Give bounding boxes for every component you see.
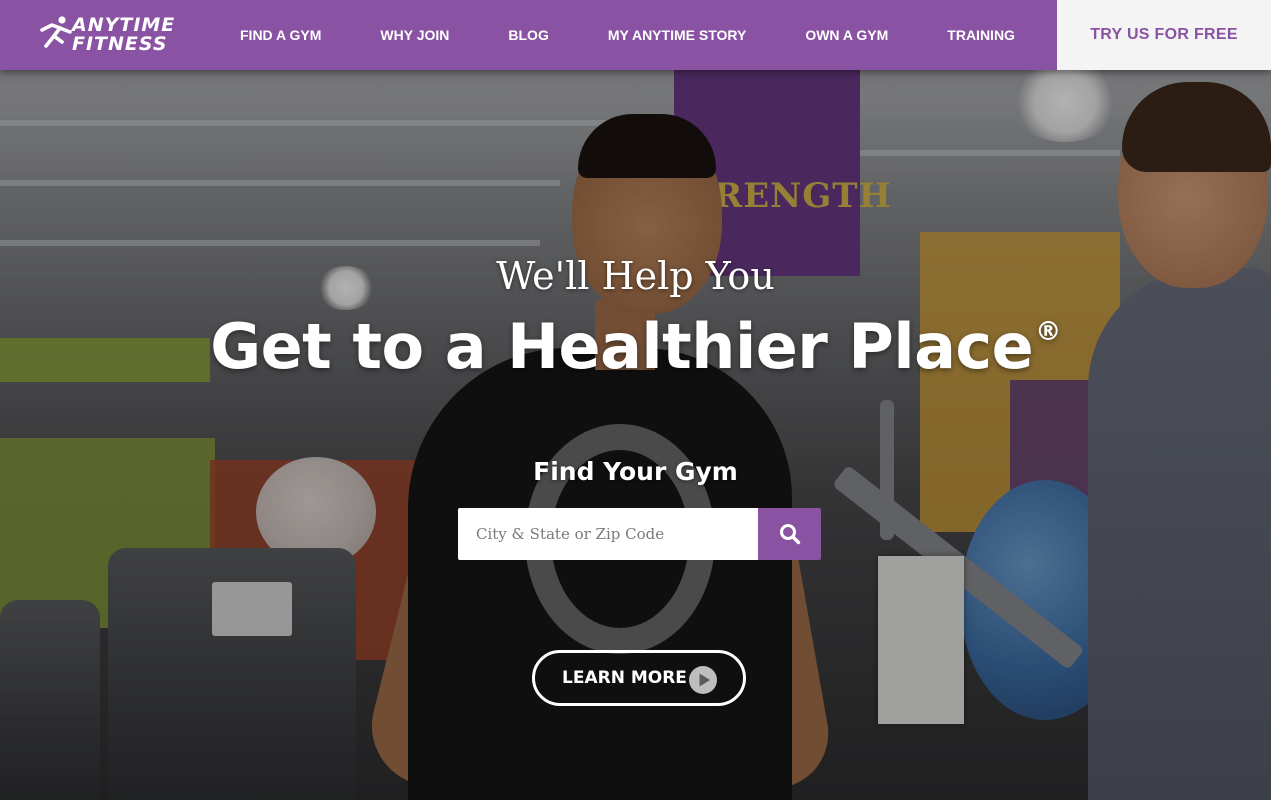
- try-us-for-free-label: TRY US FOR FREE: [1090, 26, 1238, 43]
- hero-headline-text: Get to a Healthier Place: [210, 310, 1034, 383]
- gym-search-input[interactable]: [458, 508, 758, 560]
- logo-text-line2: FITNESS: [72, 33, 168, 55]
- nav-item-my-anytime-story[interactable]: MY ANYTIME STORY: [586, 27, 768, 43]
- hero-headline: Get to a Healthier Place®: [0, 310, 1271, 383]
- hero-subheadline: We'll Help You: [496, 254, 775, 298]
- nav-item-training[interactable]: TRAINING: [925, 27, 1037, 43]
- gym-search-form: [458, 508, 821, 560]
- find-gym-title: Find Your Gym: [533, 457, 738, 486]
- play-icon: [689, 666, 717, 694]
- nav-item-blog[interactable]: BLOG: [486, 27, 570, 43]
- page: RENGTH We'll Help You Get to a Healthier…: [0, 0, 1271, 800]
- hero-section: We'll Help You Get to a Healthier Place®…: [0, 0, 1271, 800]
- try-us-for-free-button[interactable]: TRY US FOR FREE: [1057, 0, 1271, 70]
- search-icon: [779, 524, 800, 545]
- gym-search-button[interactable]: [758, 508, 821, 560]
- learn-more-label: LEARN MORE: [562, 668, 687, 688]
- nav-item-own-a-gym[interactable]: OWN A GYM: [783, 27, 910, 43]
- anytime-fitness-logo[interactable]: ANYTIME FITNESS: [40, 14, 190, 55]
- registered-mark: ®: [1035, 317, 1061, 347]
- learn-more-button[interactable]: LEARN MORE: [532, 650, 746, 706]
- running-man-logo-icon: [40, 16, 72, 48]
- nav-item-find-a-gym[interactable]: FIND A GYM: [218, 27, 343, 43]
- nav-links: FIND A GYM WHY JOIN BLOG MY ANYTIME STOR…: [218, 0, 1052, 70]
- top-navigation: ANYTIME FITNESS FIND A GYM WHY JOIN BLOG…: [0, 0, 1271, 70]
- nav-item-why-join[interactable]: WHY JOIN: [358, 27, 471, 43]
